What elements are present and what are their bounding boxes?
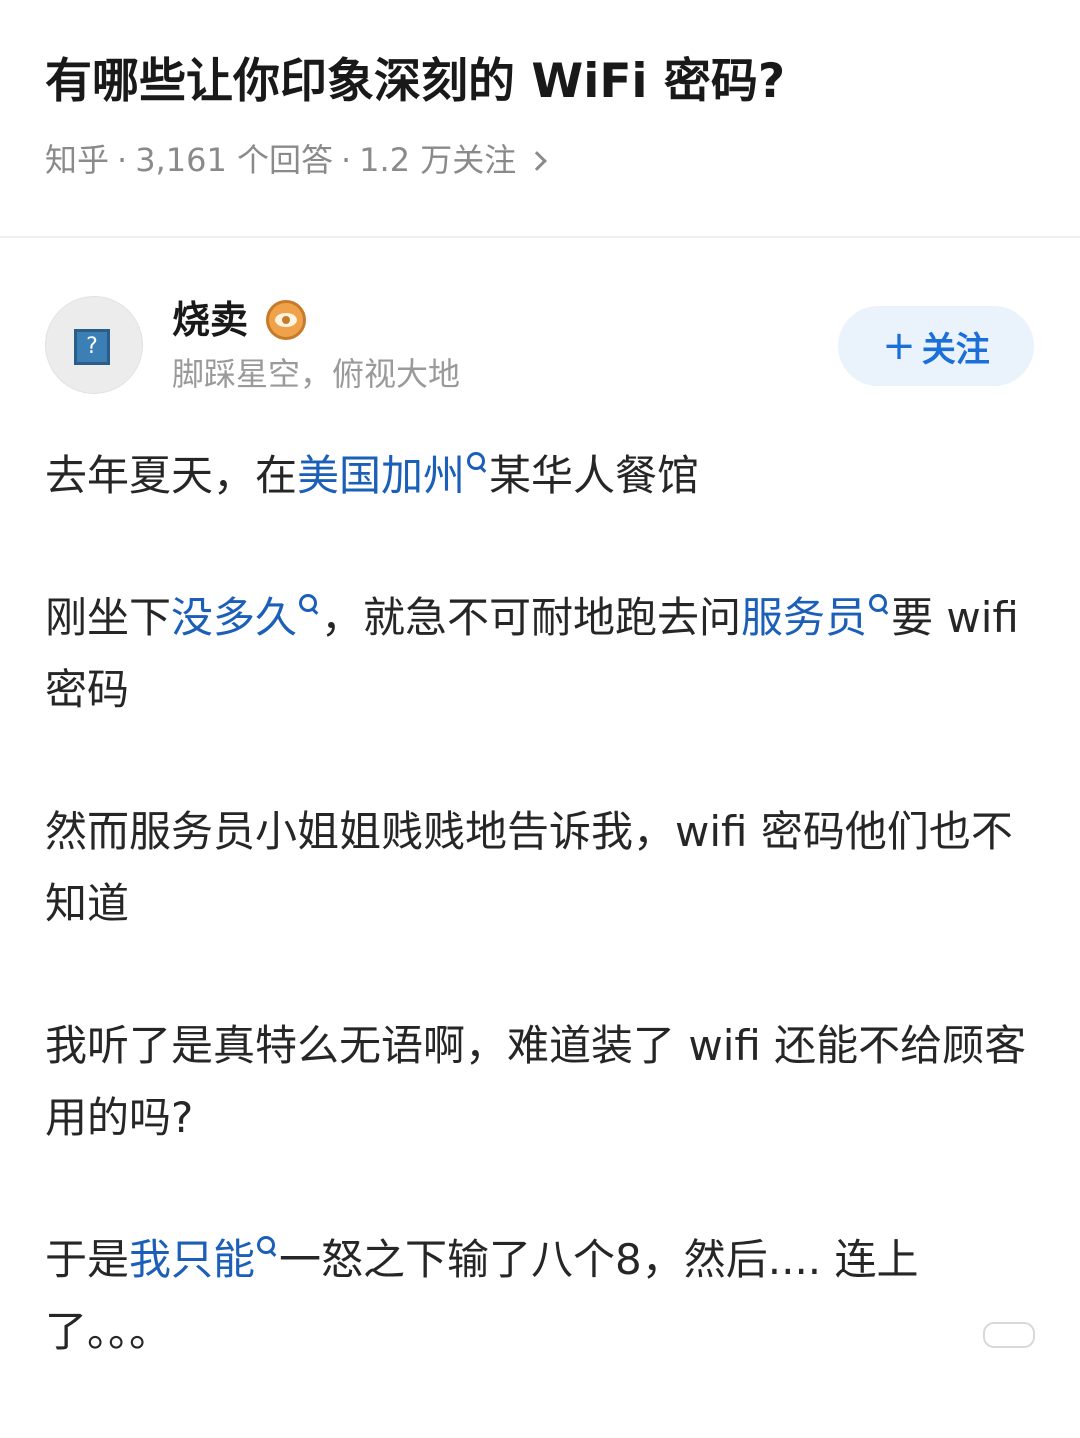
search-keyword-link[interactable]: 没多久 — [171, 593, 297, 642]
author-bio: 脚踩星空，俯视大地 — [172, 355, 461, 393]
question-header: 有哪些让你印象深刻的 WiFi 密码? 知乎 · 3,161 个回答 · 1.2… — [0, 0, 1080, 238]
paragraph-text: 刚坐下 — [45, 593, 172, 642]
search-icon[interactable] — [465, 450, 487, 472]
search-icon[interactable] — [255, 1234, 277, 1256]
follow-label: 关注 — [921, 329, 990, 370]
question-meta[interactable]: 知乎 · 3,161 个回答 · 1.2 万关注 — [45, 138, 548, 182]
search-icon[interactable] — [297, 592, 319, 614]
answer-paragraph: 于是我只能 一怒之下输了八个8，然后.... 连上了。。。 — [45, 1224, 1035, 1368]
follower-count: 1.2 万关注 — [359, 141, 517, 179]
meta-separator: · — [117, 141, 128, 179]
paragraph-text: 某华人餐馆 — [489, 451, 700, 500]
search-keyword-link[interactable]: 我只能 — [129, 1235, 255, 1284]
answer-paragraph: 去年夏天，在美国加州 某华人餐馆 — [45, 440, 1035, 512]
author-row: ? 烧卖 脚踩星空，俯视大地 + 关注 — [0, 290, 1080, 400]
meta-separator: · — [340, 141, 352, 179]
question-title[interactable]: 有哪些让你印象深刻的 WiFi 密码? — [45, 50, 785, 114]
follow-button[interactable]: + 关注 — [838, 306, 1034, 386]
paragraph-text: ，就急不可耐地跑去问 — [321, 593, 742, 642]
answer-content: 去年夏天，在美国加州 某华人餐馆 刚坐下没多久 ，就急不可耐地跑去问服务员要 wif… — [45, 440, 1035, 1438]
plus-icon: + — [882, 323, 916, 369]
avatar-placeholder-icon: ? — [74, 329, 110, 365]
search-icon[interactable] — [867, 592, 889, 614]
answer-paragraph: 刚坐下没多久 ，就急不可耐地跑去问服务员要 wifi 密码 — [45, 582, 1035, 726]
answer-count: 3,161 个回答 — [135, 141, 333, 179]
paragraph-text: 去年夏天，在 — [45, 451, 298, 500]
paragraph-text: 于是 — [45, 1235, 130, 1284]
answer-paragraph: 我听了是真特么无语啊，难道装了 wifi 还能不给顾客用的吗? — [45, 1021, 1027, 1142]
author-name[interactable]: 烧卖 — [172, 294, 307, 346]
chevron-right-icon — [527, 151, 548, 171]
source-label: 知乎 — [45, 141, 110, 179]
watermark-logo — [983, 1322, 1035, 1348]
search-keyword-link[interactable]: 服务员 — [741, 593, 867, 642]
eye-badge-icon — [266, 300, 307, 340]
avatar[interactable]: ? — [45, 296, 143, 394]
author-name-text: 烧卖 — [172, 298, 249, 342]
answer-paragraph: 然而服务员小姐姐贱贱地告诉我，wifi 密码他们也不知道 — [45, 807, 1013, 928]
search-keyword-link[interactable]: 美国加州 — [297, 451, 465, 500]
